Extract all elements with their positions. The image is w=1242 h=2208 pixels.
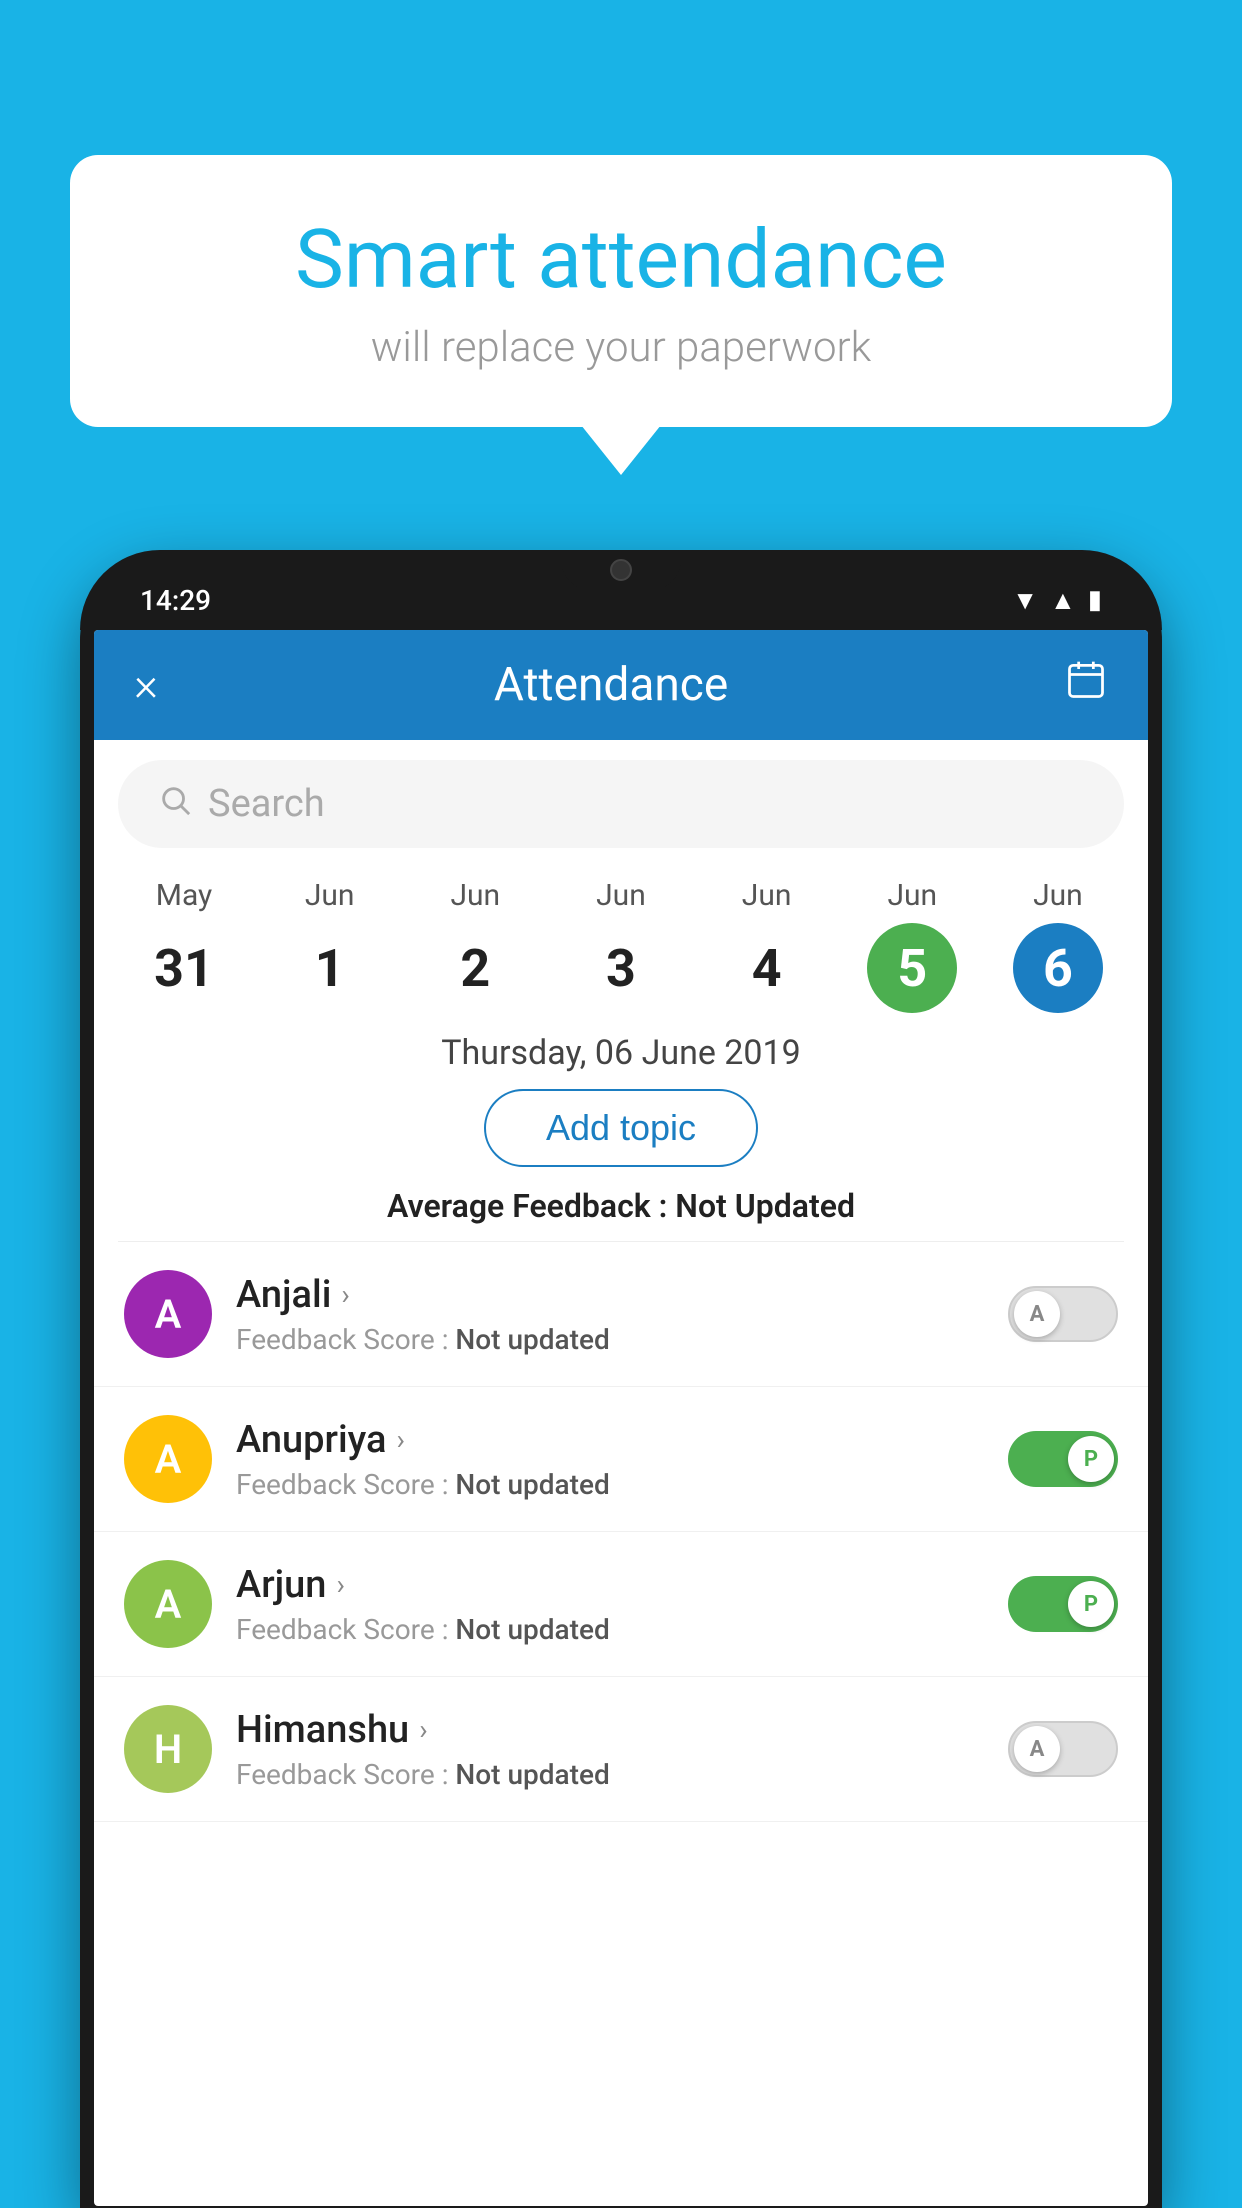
phone-frame: 14:29 ▼ ▲ ▮ × Attendance	[80, 550, 1162, 2208]
toggle-off-anjali[interactable]: A	[1008, 1286, 1118, 1342]
avatar-anupriya: A	[124, 1415, 212, 1503]
cal-day-6[interactable]: Jun 6	[998, 878, 1118, 1013]
cal-day-1[interactable]: Jun 1	[270, 878, 390, 1013]
chevron-icon-himanshu: ›	[419, 1713, 427, 1746]
student-info-anjali: Anjali › Feedback Score : Not updated	[236, 1273, 984, 1356]
cal-date-5: 5	[867, 923, 957, 1013]
cal-date-1: 1	[285, 923, 375, 1013]
student-item-arjun[interactable]: A Arjun › Feedback Score : Not updated P	[94, 1532, 1148, 1677]
bubble-title: Smart attendance	[150, 215, 1092, 305]
search-placeholder: Search	[208, 782, 325, 826]
status-icons: ▼ ▲ ▮	[1012, 585, 1102, 616]
cal-day-5[interactable]: Jun 5	[852, 878, 972, 1013]
signal-icon: ▲	[1050, 585, 1076, 616]
status-bar: 14:29 ▼ ▲ ▮	[80, 550, 1162, 630]
battery-icon: ▮	[1088, 585, 1102, 615]
student-item-anupriya[interactable]: A Anupriya › Feedback Score : Not update…	[94, 1387, 1148, 1532]
toggle-anupriya[interactable]: P	[1008, 1431, 1118, 1487]
cal-month-5: Jun	[887, 878, 937, 913]
student-name-anjali: Anjali	[236, 1273, 331, 1317]
cal-date-4: 4	[722, 923, 812, 1013]
toggle-on-anupriya[interactable]: P	[1008, 1431, 1118, 1487]
calendar-strip: May 31 Jun 1 Jun 2 Jun 3 Jun 4 Jun 5	[94, 868, 1148, 1023]
student-name-arjun: Arjun	[236, 1563, 326, 1607]
toggle-himanshu[interactable]: A	[1008, 1721, 1118, 1777]
feedback-arjun: Feedback Score : Not updated	[236, 1613, 984, 1646]
cal-month-2: Jun	[450, 878, 500, 913]
toggle-off-himanshu[interactable]: A	[1008, 1721, 1118, 1777]
status-time: 14:29	[140, 584, 211, 617]
toggle-thumb-anupriya: P	[1068, 1436, 1114, 1482]
cal-day-0[interactable]: May 31	[124, 878, 244, 1013]
student-info-arjun: Arjun › Feedback Score : Not updated	[236, 1563, 984, 1646]
add-topic-button[interactable]: Add topic	[484, 1089, 758, 1167]
search-icon	[158, 783, 192, 826]
speech-bubble-container: Smart attendance will replace your paper…	[70, 155, 1172, 427]
cal-day-4[interactable]: Jun 4	[707, 878, 827, 1013]
phone-notch	[561, 550, 681, 590]
cal-date-3: 3	[576, 923, 666, 1013]
avatar-anjali: A	[124, 1270, 212, 1358]
phone-screen: × Attendance Search	[94, 630, 1148, 2206]
selected-date-label: Thursday, 06 June 2019	[94, 1023, 1148, 1089]
cal-day-3[interactable]: Jun 3	[561, 878, 681, 1013]
feedback-anupriya: Feedback Score : Not updated	[236, 1468, 984, 1501]
toggle-thumb-anjali: A	[1014, 1291, 1060, 1337]
student-name-himanshu: Himanshu	[236, 1708, 409, 1752]
cal-date-2: 2	[430, 923, 520, 1013]
cal-month-3: Jun	[596, 878, 646, 913]
cal-date-0: 31	[139, 923, 229, 1013]
camera-dot	[610, 559, 632, 581]
average-feedback: Average Feedback : Not Updated	[94, 1187, 1148, 1225]
student-name-anupriya: Anupriya	[236, 1418, 386, 1462]
toggle-on-arjun[interactable]: P	[1008, 1576, 1118, 1632]
chevron-icon-arjun: ›	[336, 1568, 344, 1601]
calendar-icon[interactable]	[1064, 658, 1108, 712]
cal-month-0: May	[156, 878, 212, 913]
wifi-icon: ▼	[1012, 585, 1038, 616]
feedback-anjali: Feedback Score : Not updated	[236, 1323, 984, 1356]
cal-day-2[interactable]: Jun 2	[415, 878, 535, 1013]
speech-bubble: Smart attendance will replace your paper…	[70, 155, 1172, 427]
app-header: × Attendance	[94, 630, 1148, 740]
toggle-thumb-himanshu: A	[1014, 1726, 1060, 1772]
search-bar[interactable]: Search	[118, 760, 1124, 848]
student-item-himanshu[interactable]: H Himanshu › Feedback Score : Not update…	[94, 1677, 1148, 1822]
avatar-himanshu: H	[124, 1705, 212, 1793]
student-item-anjali[interactable]: A Anjali › Feedback Score : Not updated …	[94, 1242, 1148, 1387]
chevron-icon-anupriya: ›	[396, 1423, 404, 1456]
cal-month-1: Jun	[305, 878, 355, 913]
header-title: Attendance	[494, 658, 728, 712]
student-list: A Anjali › Feedback Score : Not updated …	[94, 1242, 1148, 1822]
student-info-anupriya: Anupriya › Feedback Score : Not updated	[236, 1418, 984, 1501]
avatar-arjun: A	[124, 1560, 212, 1648]
cal-month-4: Jun	[742, 878, 792, 913]
chevron-icon-anjali: ›	[341, 1278, 349, 1311]
feedback-himanshu: Feedback Score : Not updated	[236, 1758, 984, 1791]
bubble-subtitle: will replace your paperwork	[150, 323, 1092, 372]
toggle-arjun[interactable]: P	[1008, 1576, 1118, 1632]
toggle-thumb-arjun: P	[1068, 1581, 1114, 1627]
cal-date-6: 6	[1013, 923, 1103, 1013]
student-info-himanshu: Himanshu › Feedback Score : Not updated	[236, 1708, 984, 1791]
cal-month-6: Jun	[1033, 878, 1083, 913]
close-button[interactable]: ×	[134, 662, 158, 708]
toggle-anjali[interactable]: A	[1008, 1286, 1118, 1342]
